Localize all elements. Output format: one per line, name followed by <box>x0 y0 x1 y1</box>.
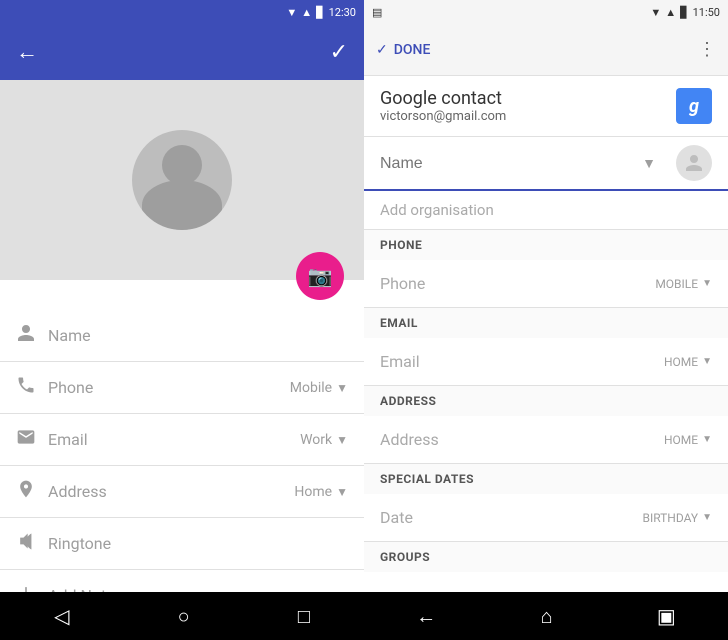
left-status-icons: ▼ ▲ ▊ 12:30 <box>286 6 356 19</box>
right-email-field[interactable]: Email <box>380 352 664 371</box>
address-field[interactable]: Address <box>48 482 294 501</box>
ringtone-row[interactable]: Ringtone <box>0 518 364 570</box>
org-field[interactable]: Add organisation <box>380 201 494 219</box>
address-chevron-icon[interactable]: ▼ <box>336 485 348 499</box>
address-row[interactable]: Address Home ▼ <box>0 466 364 518</box>
signal-icon: ▼ <box>286 6 297 19</box>
right-nav-recents[interactable]: ▣ <box>657 604 676 628</box>
avatar-body <box>132 130 232 230</box>
left-nav-back[interactable]: ◁ <box>54 604 69 628</box>
right-panel: ▤ ▼ ▲ ▊ 11:50 ✓ DONE ⋮ Google contact vi… <box>364 0 728 640</box>
email-type: Work <box>300 432 332 448</box>
right-status-left: ▤ <box>372 6 382 19</box>
addnote-row[interactable]: Add Note <box>0 570 364 592</box>
right-nav-bar: ← ⌂ ▣ phoneArena <box>364 592 728 640</box>
right-battery-icon: ▊ <box>680 6 688 19</box>
right-status-right: ▼ ▲ ▊ 11:50 <box>650 6 720 19</box>
right-name-row[interactable]: ▼ <box>364 137 728 191</box>
battery-icon: ▊ <box>316 6 324 19</box>
done-check-icon: ✓ <box>376 42 388 58</box>
email-icon <box>16 427 48 452</box>
volume-icon <box>16 531 48 556</box>
right-avatar <box>676 145 712 181</box>
right-phone-field[interactable]: Phone <box>380 274 655 293</box>
more-options-button[interactable]: ⋮ <box>698 39 716 60</box>
right-address-row[interactable]: Address HOME ▼ <box>364 416 728 464</box>
location-icon <box>16 479 48 504</box>
right-address-chevron-icon[interactable]: ▼ <box>702 434 712 445</box>
name-input[interactable] <box>380 155 630 173</box>
left-time: 12:30 <box>329 6 356 19</box>
right-status-bar: ▤ ▼ ▲ ▊ 11:50 <box>364 0 728 24</box>
google-icon: g <box>676 88 712 124</box>
avatar-section: 📷 <box>0 80 364 280</box>
address-type: Home <box>294 484 332 500</box>
right-date-row[interactable]: Date BIRTHDAY ▼ <box>364 494 728 542</box>
left-nav-bar: ◁ ○ □ <box>0 592 364 640</box>
name-expand-icon[interactable]: ▼ <box>642 155 656 172</box>
contact-header: Google contact victorson@gmail.com g <box>364 76 728 137</box>
email-row[interactable]: Email Work ▼ <box>0 414 364 466</box>
back-button[interactable]: ← <box>16 39 38 65</box>
right-time: 11:50 <box>693 6 720 19</box>
left-panel: ▼ ▲ ▊ 12:30 ← ✓ 📷 Name <box>0 0 364 640</box>
dates-section-header: SPECIAL DATES <box>364 464 728 494</box>
contact-email: victorson@gmail.com <box>380 109 506 124</box>
person-icon <box>16 323 48 348</box>
phone-icon <box>16 375 48 400</box>
email-chevron-icon[interactable]: ▼ <box>336 433 348 447</box>
phone-section-header: PHONE <box>364 230 728 260</box>
network-icon: ▲ <box>301 6 312 19</box>
right-date-chevron-icon[interactable]: ▼ <box>702 512 712 523</box>
phone-row[interactable]: Phone Mobile ▼ <box>0 362 364 414</box>
right-signal-icon: ▲ <box>665 6 676 19</box>
avatar-head <box>162 145 202 185</box>
phone-chevron-icon[interactable]: ▼ <box>336 381 348 395</box>
right-date-field[interactable]: Date <box>380 508 642 527</box>
right-address-type: HOME <box>664 433 698 447</box>
avatar-shoulders <box>142 180 222 230</box>
right-wifi-icon: ▼ <box>650 6 661 19</box>
right-address-field[interactable]: Address <box>380 430 664 449</box>
right-email-row[interactable]: Email HOME ▼ <box>364 338 728 386</box>
right-email-chevron-icon[interactable]: ▼ <box>702 356 712 367</box>
left-toolbar: ← ✓ <box>0 24 364 80</box>
org-row[interactable]: Add organisation <box>364 191 728 230</box>
left-form: Name Phone Mobile ▼ Email Work ▼ Address <box>0 280 364 592</box>
camera-icon: 📷 <box>308 264 333 288</box>
done-button[interactable]: ✓ DONE <box>376 42 430 58</box>
camera-fab-button[interactable]: 📷 <box>296 252 344 300</box>
contact-info: Google contact victorson@gmail.com <box>380 88 506 124</box>
right-phone-type: MOBILE <box>655 277 698 291</box>
done-label[interactable]: DONE <box>394 42 431 58</box>
ringtone-field[interactable]: Ringtone <box>48 534 348 553</box>
add-icon <box>16 583 48 592</box>
save-button[interactable]: ✓ <box>330 40 348 65</box>
right-email-type: HOME <box>664 355 698 369</box>
right-nav-back[interactable]: ← <box>416 604 436 629</box>
address-section-header: ADDRESS <box>364 386 728 416</box>
phone-field[interactable]: Phone <box>48 378 290 397</box>
contact-title: Google contact <box>380 88 506 109</box>
right-toolbar: ✓ DONE ⋮ <box>364 24 728 76</box>
left-status-bar: ▼ ▲ ▊ 12:30 <box>0 0 364 24</box>
email-field[interactable]: Email <box>48 430 300 449</box>
right-date-type: BIRTHDAY <box>642 511 698 525</box>
name-row[interactable]: Name <box>0 310 364 362</box>
right-phone-chevron-icon[interactable]: ▼ <box>702 278 712 289</box>
right-nav-home[interactable]: ⌂ <box>540 604 552 629</box>
right-phone-row[interactable]: Phone MOBILE ▼ <box>364 260 728 308</box>
left-nav-home[interactable]: ○ <box>178 604 190 629</box>
right-notification-icon: ▤ <box>372 6 382 19</box>
left-nav-recents[interactable]: □ <box>298 604 310 629</box>
right-name-input-container <box>380 153 630 173</box>
watermark: phoneArena <box>676 580 724 590</box>
avatar <box>132 130 232 230</box>
name-field[interactable]: Name <box>48 326 348 345</box>
google-letter: g <box>689 96 699 117</box>
phone-type: Mobile <box>290 380 332 396</box>
groups-section-header: GROUPS <box>364 542 728 572</box>
email-section-header: EMAIL <box>364 308 728 338</box>
